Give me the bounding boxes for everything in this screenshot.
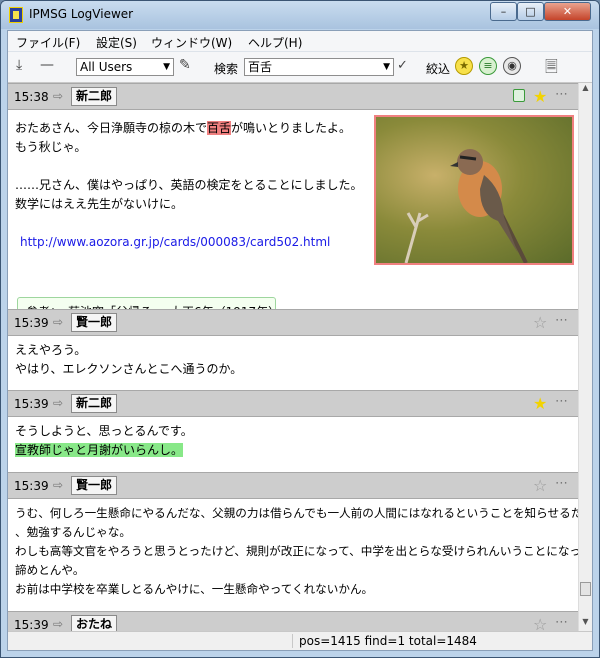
client-area: ファイル(F) 設定(S) ウィンドウ(W) ヘルプ(H) ⤓ — All Us… <box>7 30 593 651</box>
message-line: わしも高等文官をやろうと思うとったけど、規則が改正になって、中学を出とらな受けら… <box>15 544 578 558</box>
arrow-right-icon: ⇨ <box>53 396 64 410</box>
checkmark-icon[interactable]: ✓ <box>397 58 408 73</box>
message-line: 数学にはええ先生がないけに。 <box>15 197 184 211</box>
search-input[interactable]: 百舌 ▼ <box>244 58 394 76</box>
menu-window[interactable]: ウィンドウ(W) <box>151 34 232 51</box>
message-line: もう秋じゃ。 <box>15 140 87 154</box>
more-icon[interactable]: ⋯ <box>555 87 568 102</box>
status-text: pos=1415 find=1 total=1484 <box>292 634 477 648</box>
star-filter-icon[interactable]: ★ <box>455 57 473 75</box>
title-bar[interactable]: IPMSG LogViewer – □ ✕ <box>1 1 599 29</box>
more-icon[interactable]: ⋯ <box>555 476 568 491</box>
more-icon[interactable]: ⋯ <box>555 394 568 409</box>
arrow-right-icon: ⇨ <box>53 89 64 103</box>
sender-button[interactable]: おたね <box>71 615 118 631</box>
message-time: 15:38 <box>14 90 49 104</box>
url-link[interactable]: http://www.aozora.gr.jp/cards/000083/car… <box>20 235 330 249</box>
arrow-right-icon: ⇨ <box>53 617 64 631</box>
chevron-down-icon: ▼ <box>383 62 390 72</box>
message-header: 15:39 ⇨ 賢一郎 ☆ ⋯ <box>8 309 578 336</box>
message-line: お前は中学校を卒業しとるんやけに、一生懸命やってくれないかん。 <box>15 582 374 596</box>
message-time: 15:39 <box>14 397 49 411</box>
more-icon[interactable]: ⋯ <box>555 615 568 630</box>
arrow-right-icon: ⇨ <box>53 315 64 329</box>
sender-button[interactable]: 賢一郎 <box>71 476 118 495</box>
search-value: 百舌 <box>248 60 273 74</box>
message-header: 15:39 ⇨ 賢一郎 ☆ ⋯ <box>8 472 578 499</box>
message-header: 15:39 ⇨ 新二郎 ★ ⋯ <box>8 390 578 417</box>
user-filter-value: All Users <box>80 60 133 74</box>
sender-button[interactable]: 賢一郎 <box>71 313 118 332</box>
more-icon[interactable]: ⋯ <box>555 313 568 328</box>
star-icon[interactable]: ★ <box>533 87 547 106</box>
highlighted-line: 宣教師じゃと月謝がいらんし。 <box>15 443 184 457</box>
maximize-button[interactable]: □ <box>517 2 544 21</box>
minus-icon[interactable]: — <box>40 57 54 73</box>
message-header: 15:39 ⇨ おたね ☆ ⋯ <box>8 611 578 631</box>
search-label: 検索 <box>214 62 239 76</box>
message-time: 15:39 <box>14 618 49 631</box>
app-icon <box>9 7 23 23</box>
message-line: そうしようと、思っとるんです。 <box>15 424 193 438</box>
message-line: やはり、エレクソンさんとこへ通うのか。 <box>15 362 243 376</box>
message-line: うむ、何しろ一生懸命にやるんだな、父親の力は借らんでも一人前の人間にはなれるとい… <box>15 506 578 520</box>
menu-file[interactable]: ファイル(F) <box>16 34 80 51</box>
chevron-down-icon: ▼ <box>163 62 170 72</box>
sender-button[interactable]: 新二郎 <box>71 394 118 413</box>
scroll-down-icon[interactable]: ▼ <box>579 617 592 631</box>
log-view[interactable]: 15:38 ⇨ 新二郎 ★ ⋯ おたあさん、今日浄願寺の椋の木で百舌が鳴いとりま… <box>8 83 578 631</box>
user-filter-select[interactable]: All Users ▼ <box>76 58 174 76</box>
pencil-icon[interactable]: ✎ <box>179 57 191 73</box>
star-icon[interactable]: ☆ <box>533 615 547 631</box>
star-icon[interactable]: ☆ <box>533 313 547 332</box>
text: おたあさん、今日浄願寺の椋の木で <box>15 121 208 135</box>
status-bar: pos=1415 find=1 total=1484 <box>8 631 592 650</box>
text: が鳴いとりましたよ。 <box>231 121 352 135</box>
toolbar: ⤓ — All Users ▼ ✎ 検索 百舌 ▼ ✓ 絞込 ★ ≡ ◉ 🗏 <box>8 52 592 83</box>
scroll-thumb[interactable] <box>580 582 591 596</box>
sender-button[interactable]: 新二郎 <box>71 87 118 106</box>
message-line: 諦めとんや。 <box>15 563 85 577</box>
star-icon[interactable]: ☆ <box>533 476 547 495</box>
note-icon[interactable] <box>513 89 525 102</box>
app-window: IPMSG LogViewer – □ ✕ ファイル(F) 設定(S) ウィンド… <box>0 0 600 658</box>
message-header: 15:38 ⇨ 新二郎 ★ ⋯ <box>8 83 578 110</box>
scroll-up-icon[interactable]: ▲ <box>579 83 592 97</box>
message-body: おたあさん、今日浄願寺の椋の木で百舌が鳴いとりましたよ。 もう秋じゃ。 ……兄さ… <box>15 119 363 252</box>
search-hit: 百舌 <box>207 121 232 135</box>
vertical-scrollbar[interactable]: ▲ ▼ <box>578 83 592 631</box>
document-icon[interactable]: 🗏 <box>545 56 558 83</box>
bird-photo[interactable] <box>374 115 574 265</box>
message-line: ええやろう。 <box>15 343 87 357</box>
arrow-right-icon: ⇨ <box>53 478 64 492</box>
shrike-bird-image <box>404 149 528 263</box>
star-icon[interactable]: ★ <box>533 394 547 413</box>
message-body: そうしようと、思っとるんです。 宣教師じゃと月謝がいらんし。 <box>15 422 193 460</box>
message-time: 15:39 <box>14 316 49 330</box>
close-button[interactable]: ✕ <box>544 2 591 21</box>
window-title: IPMSG LogViewer <box>29 7 134 21</box>
image-filter-icon[interactable]: ◉ <box>503 57 521 75</box>
message-time: 15:39 <box>14 479 49 493</box>
minimize-button[interactable]: – <box>490 2 517 21</box>
menu-settings[interactable]: 設定(S) <box>96 34 137 51</box>
filter-label: 絞込 <box>426 62 451 76</box>
message-line: おたあさん、今日浄願寺の椋の木で百舌が鳴いとりましたよ。 <box>15 119 363 138</box>
menu-help[interactable]: ヘルプ(H) <box>248 34 302 51</box>
download-icon[interactable]: ⤓ <box>16 57 22 73</box>
message-body: ええやろう。 やはり、エレクソンさんとこへ通うのか。 <box>15 341 242 379</box>
note-filter-icon[interactable]: ≡ <box>479 57 497 75</box>
message-line: ……兄さん、僕はやっぱり、英語の検定をとることにしました。 <box>15 178 363 192</box>
message-line: 、勉強するんじゃな。 <box>15 525 131 539</box>
menu-bar: ファイル(F) 設定(S) ウィンドウ(W) ヘルプ(H) <box>8 31 592 52</box>
message-body: うむ、何しろ一生懸命にやるんだな、父親の力は借らんでも一人前の人間にはなれるとい… <box>15 504 578 599</box>
